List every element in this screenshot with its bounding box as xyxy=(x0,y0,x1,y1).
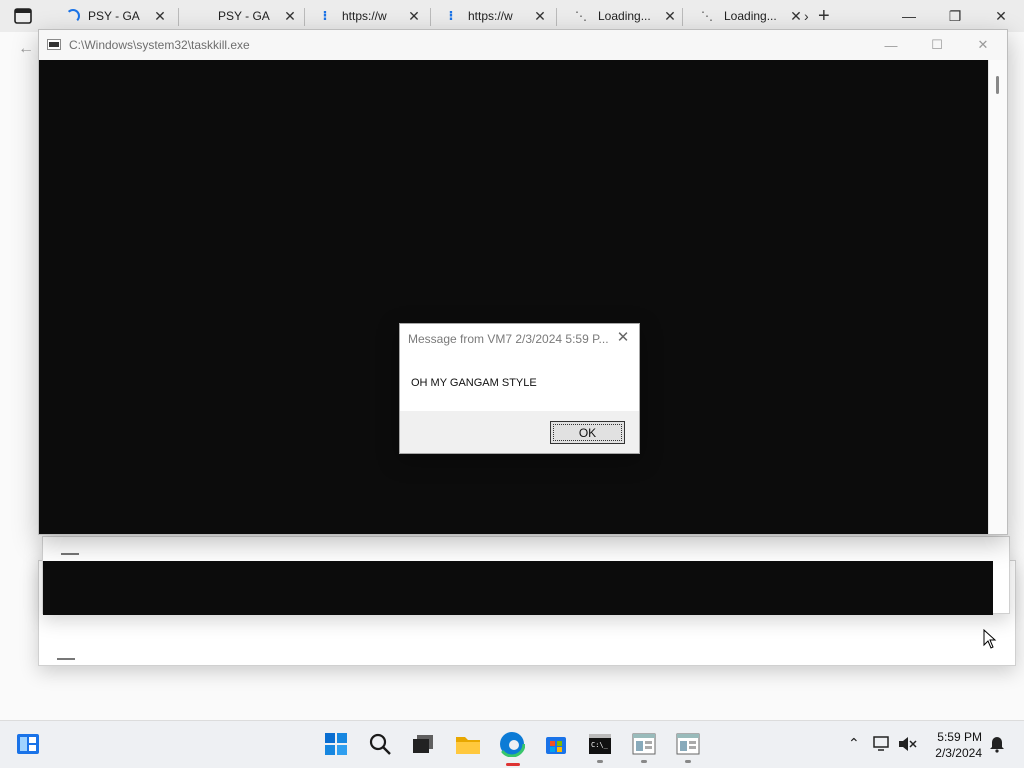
browser-tab-5[interactable]: ⋱ Loading... ✕ xyxy=(566,4,684,28)
widgets-icon[interactable] xyxy=(15,731,41,757)
running-indicator xyxy=(641,760,647,763)
volume-muted-icon[interactable] xyxy=(896,733,918,755)
loading-dots-icon: ⋱ xyxy=(575,9,587,23)
tab-title: Loading... xyxy=(724,9,777,23)
tab-scroll-icon[interactable]: › xyxy=(804,8,809,24)
app-window-icon[interactable] xyxy=(631,731,657,757)
app-window-icon-2[interactable] xyxy=(675,731,701,757)
new-tab-button[interactable]: + xyxy=(818,6,830,26)
file-explorer-icon[interactable] xyxy=(455,731,481,757)
svg-text:C:\_: C:\_ xyxy=(591,741,609,749)
active-indicator xyxy=(506,763,520,766)
taskbar-clock[interactable]: 5:59 PM 2/3/2024 xyxy=(935,729,982,761)
tab-close-icon[interactable]: ✕ xyxy=(284,8,296,25)
browser-close-button[interactable]: ✕ xyxy=(978,4,1024,28)
console-title: C:\Windows\system32\taskkill.exe xyxy=(69,38,250,52)
console-window[interactable]: C:\Windows\system32\taskkill.exe — ☐ ✕ xyxy=(38,29,1008,535)
back-arrow-icon[interactable]: ← xyxy=(18,40,34,58)
background-console-window xyxy=(42,536,1010,615)
dialog-title: Message from VM7 2/3/2024 5:59 P... xyxy=(408,332,609,346)
taskbar: C:\_ ⌃ 5:59 PM 2/3/2024 xyxy=(0,720,1024,768)
loading-spinner-icon xyxy=(66,9,80,23)
ok-button[interactable]: OK xyxy=(550,421,625,444)
console-titlebar[interactable]: C:\Windows\system32\taskkill.exe — ☐ ✕ xyxy=(39,30,1007,60)
dialog-body: OH MY GANGAM STYLE xyxy=(400,353,639,411)
scrollbar-thumb[interactable] xyxy=(996,76,999,94)
tab-title: Loading... xyxy=(598,9,651,23)
clock-date: 2/3/2024 xyxy=(935,746,982,760)
loading-dots-icon: ⋱ xyxy=(701,9,713,23)
browser-minimize-button[interactable]: — xyxy=(886,4,932,28)
tab-title: https://w xyxy=(468,9,513,23)
network-icon[interactable] xyxy=(870,733,892,755)
minimize-icon xyxy=(57,658,75,660)
console-close-button[interactable]: ✕ xyxy=(961,34,1005,56)
running-indicator xyxy=(685,760,691,763)
clock-time: 5:59 PM xyxy=(937,730,982,744)
console-minimize-button[interactable]: — xyxy=(869,34,913,56)
mouse-cursor-icon xyxy=(983,629,997,649)
console-scrollbar[interactable] xyxy=(988,60,1007,534)
console-maximize-button[interactable]: ☐ xyxy=(915,34,959,56)
dialog-message: OH MY GANGAM STYLE xyxy=(411,377,537,389)
minimize-icon xyxy=(61,553,79,555)
browser-tab-4[interactable]: ⁝ https://w ✕ xyxy=(436,4,554,28)
tab-actions-icon[interactable] xyxy=(14,8,32,24)
tab-title: https://w xyxy=(342,9,387,23)
browser-tab-3[interactable]: ⁝ https://w ✕ xyxy=(310,4,428,28)
tab-title: PSY - GA xyxy=(88,9,140,23)
message-dialog[interactable]: Message from VM7 2/3/2024 5:59 P... ✕ OH… xyxy=(399,323,640,454)
browser-tab-1[interactable]: PSY - GA ✕ xyxy=(58,4,174,28)
task-view-icon[interactable] xyxy=(410,731,436,757)
search-icon[interactable] xyxy=(367,731,393,757)
notification-bell-icon[interactable] xyxy=(986,733,1008,755)
console-output[interactable] xyxy=(39,60,989,534)
edge-icon[interactable] xyxy=(499,731,525,757)
browser-tab-6[interactable]: ⋱ Loading... ✕ xyxy=(692,4,810,28)
tab-close-icon[interactable]: ✕ xyxy=(534,8,546,25)
browser-restore-button[interactable]: ❐ xyxy=(932,4,978,28)
tab-close-icon[interactable]: ✕ xyxy=(408,8,420,25)
page-dots-icon: ⁝ xyxy=(448,8,454,23)
browser-tab-2[interactable]: PSY - GA ✕ xyxy=(210,4,304,28)
console-app-icon xyxy=(47,39,61,50)
tab-title: PSY - GA xyxy=(218,9,270,23)
tab-close-icon[interactable]: ✕ xyxy=(664,8,676,25)
tab-close-icon[interactable]: ✕ xyxy=(154,8,166,25)
page-dots-icon: ⁝ xyxy=(322,8,328,23)
running-indicator xyxy=(597,760,603,763)
store-icon[interactable] xyxy=(543,731,569,757)
console-content xyxy=(43,561,993,615)
browser-tab-strip: PSY - GA ✕ PSY - GA ✕ ⁝ https://w ✕ ⁝ ht… xyxy=(0,0,1024,32)
start-icon[interactable] xyxy=(323,731,349,757)
dialog-titlebar[interactable]: Message from VM7 2/3/2024 5:59 P... ✕ xyxy=(400,324,639,353)
tray-overflow-chevron-icon[interactable]: ⌃ xyxy=(848,735,860,752)
tab-close-icon[interactable]: ✕ xyxy=(790,8,802,25)
dialog-close-button[interactable]: ✕ xyxy=(613,329,633,347)
terminal-icon[interactable]: C:\_ xyxy=(587,731,613,757)
